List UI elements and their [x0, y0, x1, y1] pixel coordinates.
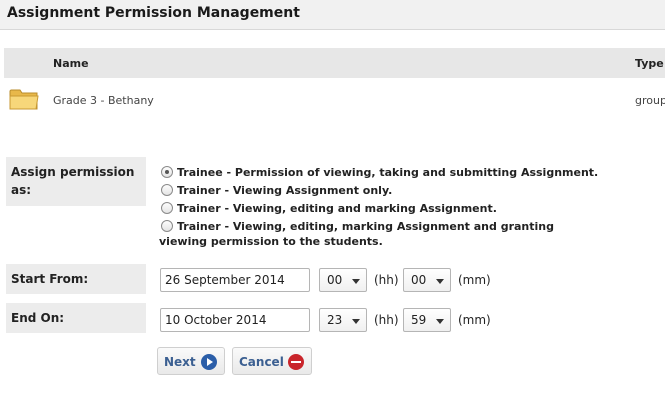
chevron-down-icon — [352, 319, 360, 324]
hour-unit-label: (hh) — [374, 273, 399, 287]
column-header-name[interactable]: Name — [53, 57, 89, 70]
next-button[interactable]: Next — [157, 347, 225, 375]
start-minute-select[interactable]: 00 — [403, 268, 451, 292]
minute-unit-label: (mm) — [458, 313, 491, 327]
arrow-right-icon — [201, 354, 217, 370]
minute-unit-label: (mm) — [458, 273, 491, 287]
chevron-down-icon — [352, 279, 360, 284]
hour-unit-label: (hh) — [374, 313, 399, 327]
option-label: Trainee - Permission of viewing, taking … — [177, 166, 599, 179]
next-button-label: Next — [164, 355, 196, 369]
end-minute-select[interactable]: 59 — [403, 308, 451, 332]
option-label: Trainer - Viewing, editing, marking Assi… — [159, 220, 554, 248]
radio-option-trainer-edit[interactable]: Trainer - Viewing, editing and marking A… — [161, 202, 497, 215]
table-row[interactable]: Grade 3 - Bethany group — [4, 78, 665, 123]
group-table: Name Type Grade 3 - Bethany group — [4, 48, 665, 123]
select-value: 00 — [411, 273, 427, 287]
select-value: 23 — [327, 313, 343, 327]
folder-icon — [9, 89, 39, 110]
option-label: Trainer - Viewing, editing and marking A… — [177, 202, 497, 215]
column-header-type[interactable]: Type — [635, 57, 664, 70]
end-hour-select[interactable]: 23 — [319, 308, 367, 332]
chevron-down-icon — [436, 319, 444, 324]
option-label: Trainer - Viewing Assignment only. — [177, 184, 393, 197]
cancel-button[interactable]: Cancel — [232, 347, 312, 375]
assign-permission-label: Assign permission as: — [6, 157, 146, 206]
radio-button[interactable] — [161, 202, 173, 214]
group-name: Grade 3 - Bethany — [53, 94, 154, 107]
radio-button[interactable] — [161, 220, 173, 232]
radio-option-trainer-grant[interactable]: Trainer - Viewing, editing, marking Assi… — [159, 219, 589, 249]
radio-option-trainee[interactable]: Trainee - Permission of viewing, taking … — [161, 166, 598, 179]
table-header: Name Type — [4, 48, 665, 78]
page-header: Assignment Permission Management — [0, 0, 665, 30]
select-value: 00 — [327, 273, 343, 287]
end-date-input[interactable] — [160, 308, 310, 332]
minus-circle-icon — [288, 354, 304, 370]
start-hour-select[interactable]: 00 — [319, 268, 367, 292]
page-title: Assignment Permission Management — [7, 5, 300, 21]
group-type: group — [635, 94, 665, 107]
radio-option-trainer-view[interactable]: Trainer - Viewing Assignment only. — [161, 184, 392, 197]
end-on-label: End On: — [6, 303, 146, 333]
radio-button[interactable] — [161, 184, 173, 196]
start-from-label: Start From: — [6, 264, 146, 294]
cancel-button-label: Cancel — [239, 355, 284, 369]
start-date-input[interactable] — [160, 268, 310, 292]
select-value: 59 — [411, 313, 427, 327]
radio-button[interactable] — [161, 166, 173, 178]
chevron-down-icon — [436, 279, 444, 284]
